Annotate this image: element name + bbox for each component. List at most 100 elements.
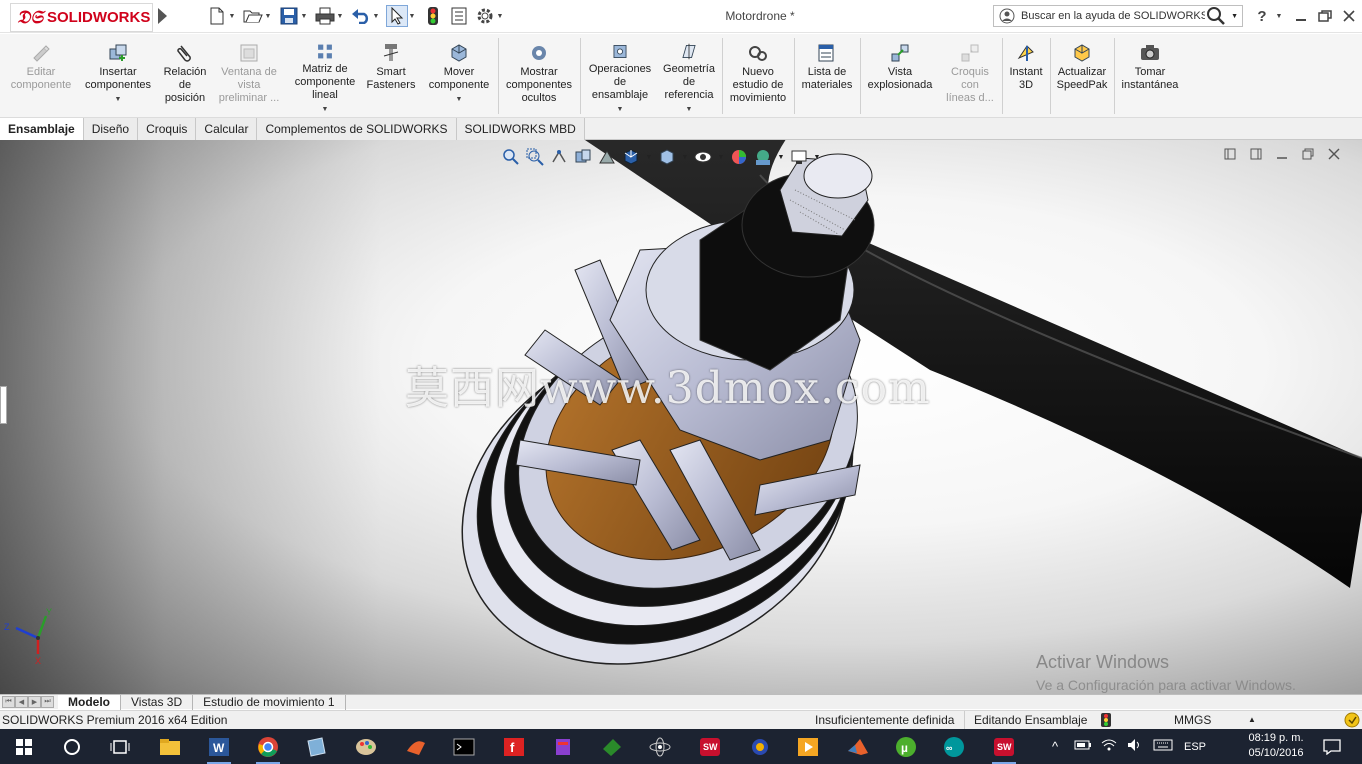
section-view-icon[interactable] bbox=[572, 146, 594, 168]
windows-start-icon[interactable] bbox=[10, 733, 38, 761]
bill-of-materials-button[interactable]: Lista de materiales bbox=[796, 38, 858, 116]
assembly-features-dropdown-caret[interactable]: ▼ bbox=[617, 103, 624, 116]
hide-show-caret[interactable]: ▼ bbox=[716, 146, 726, 168]
edit-component-button[interactable]: Editar componente bbox=[2, 38, 80, 116]
first-tab-icon[interactable]: ⏮ bbox=[2, 696, 15, 708]
search-scope-person-icon[interactable] bbox=[997, 7, 1017, 25]
utorrent-icon[interactable]: µ bbox=[892, 733, 920, 761]
volume-icon[interactable] bbox=[1122, 738, 1148, 755]
graphics-area[interactable]: ▼ ▼ ▼ ▼ ▼ 莫西网www.3dmox.com Activar Windo… bbox=[0, 140, 1362, 694]
explode-line-sketch-button[interactable]: Croquis con líneas d... bbox=[940, 38, 1000, 116]
app-rack-icon[interactable] bbox=[550, 733, 578, 761]
media-player-icon[interactable] bbox=[794, 733, 822, 761]
select-cursor-icon[interactable] bbox=[386, 5, 408, 27]
close-icon[interactable] bbox=[1340, 6, 1358, 26]
app-tablet-icon[interactable] bbox=[302, 733, 330, 761]
new-document-icon[interactable] bbox=[206, 5, 228, 27]
move-component-dropdown-caret[interactable]: ▼ bbox=[456, 93, 463, 106]
edit-appearance-icon[interactable] bbox=[728, 146, 750, 168]
undo-icon[interactable] bbox=[350, 5, 372, 27]
pane-left-icon[interactable] bbox=[1222, 146, 1238, 162]
move-component-button[interactable]: Mover componente ▼ bbox=[420, 38, 498, 116]
arduino-icon[interactable]: ∞ bbox=[940, 733, 968, 761]
search-icon[interactable] bbox=[1205, 6, 1227, 26]
new-motion-study-button[interactable]: Nuevo estudio de movimiento bbox=[724, 38, 792, 116]
dynamic-annotation-icon[interactable] bbox=[596, 146, 618, 168]
exploded-view-button[interactable]: Vista explosionada bbox=[862, 38, 938, 116]
take-snapshot-button[interactable]: Tomar instantánea bbox=[1116, 38, 1184, 116]
preview-window-button[interactable]: Ventana de vista preliminar ... bbox=[214, 38, 284, 116]
mate-button[interactable]: Relación de posición bbox=[156, 38, 214, 116]
doc-restore-icon[interactable] bbox=[1300, 146, 1316, 162]
linear-pattern-button[interactable]: Matriz de componente lineal ▼ bbox=[286, 38, 364, 116]
chrome-icon[interactable] bbox=[254, 733, 282, 764]
zoom-to-area-icon[interactable] bbox=[524, 146, 546, 168]
feature-manager-handle[interactable] bbox=[0, 386, 7, 424]
app-circuit-icon[interactable] bbox=[598, 733, 626, 761]
file-properties-icon[interactable] bbox=[448, 5, 470, 27]
show-hidden-components-button[interactable]: Mostrar componentes ocultos bbox=[500, 38, 578, 116]
tab-diseno[interactable]: Diseño bbox=[83, 118, 139, 140]
view-orientation-caret[interactable]: ▼ bbox=[644, 146, 654, 168]
apply-scene-icon[interactable] bbox=[752, 146, 774, 168]
tab-croquis[interactable]: Croquis bbox=[138, 118, 197, 140]
matlab-icon[interactable] bbox=[844, 733, 872, 761]
update-speedpak-button[interactable]: Actualizar SpeedPak bbox=[1052, 38, 1112, 116]
tab-estudio-movimiento[interactable]: Estudio de movimiento 1 bbox=[193, 694, 346, 710]
doc-minimize-icon[interactable] bbox=[1274, 146, 1290, 162]
help-search-box[interactable]: Buscar en la ayuda de SOLIDWORKS ▼ bbox=[993, 5, 1243, 27]
open-folder-icon[interactable] bbox=[242, 5, 264, 27]
display-style-icon[interactable] bbox=[656, 146, 678, 168]
last-tab-icon[interactable]: ⏭ bbox=[41, 696, 54, 708]
units-selector[interactable]: MMGS bbox=[1174, 713, 1211, 727]
solidworks-logo[interactable]: 𝔇𝔖 SOLIDWORKS bbox=[10, 3, 153, 32]
next-tab-icon[interactable]: ▶ bbox=[28, 696, 41, 708]
search-dropdown-caret[interactable]: ▼ bbox=[1231, 13, 1238, 20]
select-dropdown-caret[interactable]: ▼ bbox=[408, 5, 416, 27]
help-dropdown-caret[interactable]: ▼ bbox=[1274, 6, 1284, 26]
action-center-icon[interactable] bbox=[1318, 733, 1346, 761]
solidworks-running-icon[interactable]: SW bbox=[990, 733, 1018, 764]
minimize-icon[interactable] bbox=[1292, 6, 1310, 26]
units-caret[interactable]: ▲ bbox=[1248, 715, 1256, 724]
tab-complementos[interactable]: Complementos de SOLIDWORKS bbox=[257, 118, 457, 140]
command-prompt-icon[interactable] bbox=[450, 733, 478, 761]
linear-pattern-dropdown-caret[interactable]: ▼ bbox=[322, 103, 329, 116]
save-icon[interactable] bbox=[278, 5, 300, 27]
doc-close-icon[interactable] bbox=[1326, 146, 1342, 162]
paint-app-icon[interactable] bbox=[352, 733, 380, 761]
battery-icon[interactable] bbox=[1070, 739, 1096, 754]
help-icon[interactable]: ? bbox=[1254, 6, 1270, 26]
options-dropdown-caret[interactable]: ▼ bbox=[496, 5, 504, 27]
display-style-caret[interactable]: ▼ bbox=[680, 146, 690, 168]
save-dropdown-caret[interactable]: ▼ bbox=[300, 5, 308, 27]
tray-expand-chevron-icon[interactable]: ^ bbox=[1046, 739, 1064, 754]
reference-geometry-dropdown-caret[interactable]: ▼ bbox=[686, 103, 693, 116]
zoom-to-fit-icon[interactable] bbox=[500, 146, 522, 168]
app-red-f-icon[interactable]: f bbox=[500, 733, 528, 761]
options-gear-icon[interactable] bbox=[474, 5, 496, 27]
task-view-icon[interactable] bbox=[106, 733, 134, 761]
wifi-icon[interactable] bbox=[1096, 738, 1122, 755]
prev-tab-icon[interactable]: ◀ bbox=[15, 696, 28, 708]
previous-view-icon[interactable] bbox=[548, 146, 570, 168]
instant-3d-button[interactable]: Instant 3D bbox=[1004, 38, 1048, 116]
view-orientation-icon[interactable] bbox=[620, 146, 642, 168]
motor-drone-model[interactable] bbox=[0, 140, 1362, 694]
cortana-search-icon[interactable] bbox=[58, 733, 86, 761]
input-language[interactable]: ESP bbox=[1178, 741, 1212, 753]
apply-scene-caret[interactable]: ▼ bbox=[776, 146, 786, 168]
restore-icon[interactable] bbox=[1316, 6, 1334, 26]
assembly-features-button[interactable]: Operaciones de ensamblaje ▼ bbox=[582, 38, 658, 116]
taskbar-clock[interactable]: 08:19 p. m. 05/10/2016 bbox=[1244, 731, 1308, 761]
solidworks-2016-icon[interactable]: SW bbox=[696, 733, 724, 761]
reference-geometry-button[interactable]: Geometría de referencia ▼ bbox=[658, 38, 720, 116]
open-dropdown-caret[interactable]: ▼ bbox=[264, 5, 272, 27]
view-settings-caret[interactable]: ▼ bbox=[812, 146, 822, 168]
print-icon[interactable] bbox=[314, 5, 336, 27]
app-ball-icon[interactable] bbox=[746, 733, 774, 761]
menu-flyout-arrow-icon[interactable] bbox=[158, 8, 167, 24]
app-atom-icon[interactable] bbox=[646, 733, 674, 761]
smart-fasteners-button[interactable]: Smart Fasteners bbox=[364, 38, 418, 116]
undo-dropdown-caret[interactable]: ▼ bbox=[372, 5, 380, 27]
